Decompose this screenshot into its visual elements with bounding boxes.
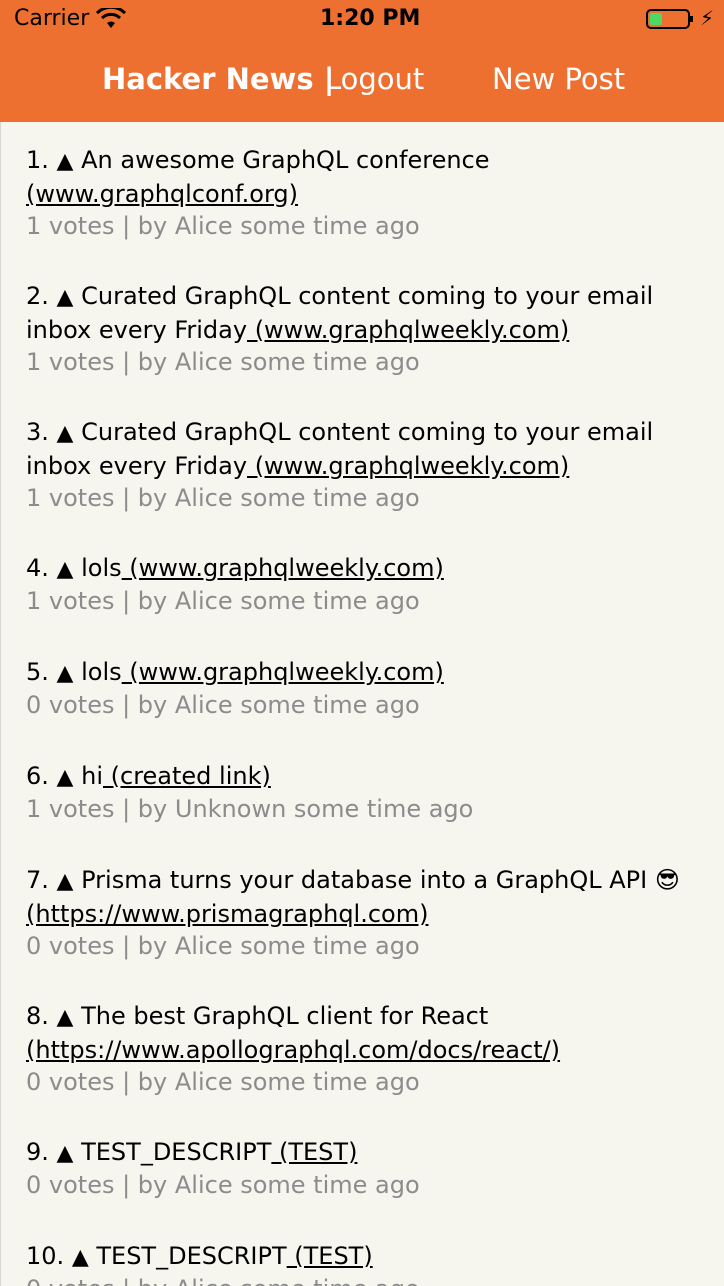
link-meta: 0 votes | by Alice some time ago bbox=[26, 1171, 420, 1199]
upvote-icon[interactable]: ▲ bbox=[57, 661, 74, 686]
link-meta: 0 votes | by Alice some time ago bbox=[26, 932, 420, 960]
rank: 3. bbox=[26, 418, 49, 446]
link-description: TEST_DESCRIPT bbox=[96, 1242, 287, 1270]
rank: 8. bbox=[26, 1002, 49, 1030]
upvote-icon[interactable]: ▲ bbox=[57, 1005, 74, 1030]
rank: 10. bbox=[26, 1242, 65, 1270]
upvote-icon[interactable]: ▲ bbox=[57, 285, 74, 310]
nav-bar: Hacker News | Logout New Post bbox=[0, 62, 724, 102]
rank: 2. bbox=[26, 282, 49, 310]
link-meta: 1 votes | by Alice some time ago bbox=[26, 484, 420, 512]
link-meta: 1 votes | by Unknown some time ago bbox=[26, 795, 474, 823]
link-meta: 1 votes | by Alice some time ago bbox=[26, 212, 420, 240]
rank: 7. bbox=[26, 866, 49, 894]
list-item: 6. ▲ hi (created link) 1 votes | by Unkn… bbox=[26, 760, 706, 824]
upvote-icon[interactable]: ▲ bbox=[57, 421, 74, 446]
new-post-button[interactable]: New Post bbox=[492, 62, 625, 96]
link-url[interactable]: (www.graphqlconf.org) bbox=[26, 180, 298, 208]
list-item: 2. ▲ Curated GraphQL content coming to y… bbox=[26, 280, 706, 377]
upvote-icon[interactable]: ▲ bbox=[57, 1141, 74, 1166]
list-item: 5. ▲ lols (www.graphqlweekly.com) 0 vote… bbox=[26, 656, 706, 720]
link-url[interactable]: (www.graphqlweekly.com) bbox=[247, 316, 570, 344]
upvote-icon[interactable]: ▲ bbox=[57, 869, 74, 894]
link-url[interactable]: (www.graphqlweekly.com) bbox=[122, 658, 444, 686]
link-list: 1. ▲ An awesome GraphQL conference (www.… bbox=[0, 122, 724, 1286]
link-url[interactable]: (https://www.apollographql.com/docs/reac… bbox=[26, 1036, 560, 1064]
link-description: hi bbox=[81, 762, 103, 790]
link-url[interactable]: (www.graphqlweekly.com) bbox=[122, 554, 444, 582]
list-item: 10. ▲ TEST_DESCRIPT (TEST) 0 votes | by … bbox=[26, 1240, 706, 1286]
link-url[interactable]: (created link) bbox=[103, 762, 271, 790]
link-meta: 0 votes | by Alice some time ago bbox=[26, 1274, 706, 1286]
link-description: lols bbox=[81, 658, 122, 686]
list-item: 7. ▲ Prisma turns your database into a G… bbox=[26, 864, 706, 961]
link-description: lols bbox=[81, 554, 122, 582]
top-bar: Carrier 1:20 PM ⚡ Hacker News | Logout N… bbox=[0, 0, 724, 122]
rank: 4. bbox=[26, 554, 49, 582]
link-url[interactable]: (TEST) bbox=[287, 1242, 372, 1270]
link-meta: 1 votes | by Alice some time ago bbox=[26, 348, 420, 376]
carrier-label: Carrier bbox=[14, 6, 90, 31]
link-description: TEST_DESCRIPT bbox=[81, 1138, 272, 1166]
link-url[interactable]: (www.graphqlweekly.com) bbox=[247, 452, 570, 480]
battery-icon bbox=[646, 9, 693, 29]
upvote-icon[interactable]: ▲ bbox=[57, 765, 74, 790]
list-item: 3. ▲ Curated GraphQL content coming to y… bbox=[26, 416, 706, 513]
charging-icon: ⚡ bbox=[700, 6, 715, 30]
link-url[interactable]: (TEST) bbox=[271, 1138, 357, 1166]
rank: 5. bbox=[26, 658, 49, 686]
list-item: 1. ▲ An awesome GraphQL conference (www.… bbox=[26, 144, 706, 241]
logout-button[interactable]: Logout bbox=[325, 62, 424, 96]
link-description: Prisma turns your database into a GraphQ… bbox=[81, 866, 680, 894]
status-bar: Carrier 1:20 PM ⚡ bbox=[0, 0, 724, 40]
rank: 1. bbox=[26, 146, 49, 174]
link-description: An awesome GraphQL conference bbox=[81, 146, 490, 174]
list-item: 4. ▲ lols (www.graphqlweekly.com) 1 vote… bbox=[26, 552, 706, 616]
list-item: 9. ▲ TEST_DESCRIPT (TEST) 0 votes | by A… bbox=[26, 1136, 706, 1200]
link-description: The best GraphQL client for React bbox=[81, 1002, 489, 1030]
list-item: 8. ▲ The best GraphQL client for React (… bbox=[26, 1000, 706, 1097]
brand-title: Hacker News | bbox=[102, 62, 335, 96]
upvote-icon[interactable]: ▲ bbox=[57, 557, 74, 582]
wifi-icon bbox=[96, 8, 126, 28]
rank: 6. bbox=[26, 762, 49, 790]
link-meta: 0 votes | by Alice some time ago bbox=[26, 1068, 420, 1096]
link-meta: 1 votes | by Alice some time ago bbox=[26, 587, 420, 615]
rank: 9. bbox=[26, 1138, 49, 1166]
link-meta: 0 votes | by Alice some time ago bbox=[26, 691, 420, 719]
link-url[interactable]: (https://www.prismagraphql.com) bbox=[26, 900, 428, 928]
upvote-icon[interactable]: ▲ bbox=[57, 149, 74, 174]
clock: 1:20 PM bbox=[320, 6, 421, 31]
upvote-icon[interactable]: ▲ bbox=[72, 1245, 89, 1270]
